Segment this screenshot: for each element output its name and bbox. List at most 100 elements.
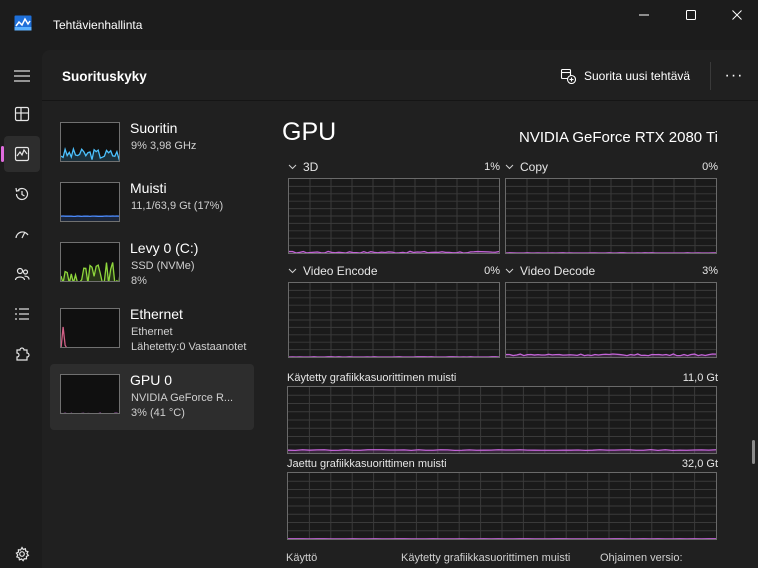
- perf-item-name: Levy 0 (C:): [130, 240, 199, 256]
- disk-thumbnail-graph: [60, 242, 120, 282]
- engine-selector-copy[interactable]: Copy: [505, 160, 548, 174]
- chevron-down-icon: [288, 164, 297, 170]
- perf-item-name: GPU 0: [130, 372, 173, 388]
- run-new-task-label: Suorita uusi tehtävä: [584, 69, 691, 83]
- nav-services[interactable]: [4, 336, 40, 372]
- performance-icon: [14, 146, 30, 162]
- minimize-icon: [639, 14, 649, 16]
- engine-percent: 0%: [702, 161, 718, 173]
- perf-item-name: Ethernet: [130, 306, 183, 322]
- nav-performance[interactable]: [1, 136, 40, 172]
- title-bar: Tehtävienhallinta: [0, 0, 758, 50]
- hamburger-menu-icon: [14, 70, 30, 82]
- close-button[interactable]: [714, 0, 758, 30]
- nav-settings[interactable]: [4, 536, 40, 568]
- shared-memory-graph: [287, 472, 717, 540]
- chevron-down-icon: [505, 164, 514, 170]
- engine-percent: 3%: [702, 265, 718, 277]
- graph-grid: [289, 179, 499, 253]
- graph-grid: [288, 473, 716, 539]
- perf-item-name: Muisti: [130, 180, 167, 196]
- graph-grid: [506, 179, 716, 253]
- engine-graph-copy: [505, 178, 717, 254]
- perf-item-detail: 3% (41 °C): [131, 407, 185, 419]
- nav-details[interactable]: [4, 296, 40, 332]
- navigation-rail: [0, 50, 42, 568]
- perf-item-detail: 11,1/63,9 Gt (17%): [131, 200, 224, 212]
- gpu-model-name: NVIDIA GeForce RTX 2080 Ti: [519, 129, 718, 146]
- maximize-icon: [686, 10, 696, 20]
- perf-item-detail: NVIDIA GeForce R...: [131, 392, 234, 404]
- engine-selector-3d[interactable]: 3D: [288, 160, 318, 174]
- engine-graph-video-encode: [288, 282, 500, 358]
- chevron-down-icon: [505, 268, 514, 274]
- scrollbar-thumb[interactable]: [752, 440, 755, 464]
- window-title: Tehtävienhallinta: [53, 18, 143, 32]
- main-content: Suorituskyky Suorita uusi tehtävä ··· Su…: [42, 50, 758, 568]
- services-puzzle-icon: [16, 347, 30, 361]
- perf-item-name: Suoritin: [130, 120, 178, 136]
- dedicated-memory-graph: [287, 386, 717, 454]
- dedicated-memory-value: 11,0 Gt: [682, 372, 718, 384]
- ethernet-thumbnail-graph: [60, 308, 120, 348]
- gpu-title: GPU: [282, 118, 337, 146]
- perf-item-detail: 8%: [131, 275, 147, 287]
- graph-grid: [288, 387, 716, 453]
- startup-gauge-icon: [15, 231, 29, 239]
- nav-app-history[interactable]: [4, 176, 40, 212]
- page-title: Suorituskyky: [62, 69, 147, 84]
- engine-label: 3D: [303, 160, 319, 174]
- perf-item-cpu[interactable]: Suoritin 9% 3,98 GHz: [50, 112, 254, 178]
- nav-users[interactable]: [4, 256, 40, 292]
- engine-percent: 0%: [484, 265, 500, 277]
- header-separator: [710, 62, 711, 90]
- history-icon: [15, 187, 29, 201]
- page-header: Suorituskyky Suorita uusi tehtävä ···: [42, 50, 758, 101]
- processes-icon: [14, 106, 30, 122]
- graph-grid: [289, 283, 499, 357]
- usage-stat-label: Käyttö: [286, 552, 318, 564]
- shared-memory-value: 32,0 Gt: [681, 458, 718, 470]
- memory-thumbnail-graph: [60, 182, 120, 222]
- perf-item-ethernet[interactable]: Ethernet Ethernet Lähetetty:0 Vastaanote…: [50, 298, 254, 364]
- perf-item-gpu[interactable]: GPU 0 NVIDIA GeForce R... 3% (41 °C): [50, 364, 254, 430]
- more-options-button[interactable]: ···: [720, 62, 748, 90]
- perf-item-detail: SSD (NVMe): [131, 260, 195, 272]
- engine-graph-3d: [288, 178, 500, 254]
- thumbnail-usage-area: [61, 413, 120, 414]
- settings-gear-icon: [15, 546, 30, 562]
- engine-label: Video Decode: [520, 264, 596, 278]
- engine-selector-video-decode[interactable]: Video Decode: [505, 264, 595, 278]
- run-new-task-icon: [560, 68, 576, 84]
- perf-item-detail: Lähetetty:0 Vastaanotet: [131, 341, 247, 353]
- engine-graph-video-decode: [505, 282, 717, 358]
- perf-item-memory[interactable]: Muisti 11,1/63,9 Gt (17%): [50, 172, 254, 238]
- thumbnail-usage-line: [61, 412, 119, 413]
- dedicated-memory-label: Käytetty grafiikkasuorittimen muisti: [287, 372, 457, 384]
- details-list-icon: [15, 308, 29, 320]
- graph-grid: [506, 283, 716, 357]
- engine-percent: 1%: [484, 161, 500, 173]
- engine-label: Copy: [520, 160, 549, 174]
- engine-label: Video Encode: [303, 264, 378, 278]
- task-manager-app-icon: [14, 15, 32, 31]
- driver-version-label: Ohjaimen versio:: [600, 552, 683, 564]
- maximize-button[interactable]: [668, 0, 714, 30]
- close-icon: [732, 10, 742, 20]
- engine-selector-video-encode[interactable]: Video Encode: [288, 264, 378, 278]
- users-icon: [14, 267, 30, 281]
- nav-startup-apps[interactable]: [4, 216, 40, 252]
- perf-item-detail: 9% 3,98 GHz: [131, 140, 197, 152]
- gpu-thumbnail-graph: [60, 374, 120, 414]
- perf-item-detail: Ethernet: [131, 326, 173, 338]
- perf-item-disk[interactable]: Levy 0 (C:) SSD (NVMe) 8%: [50, 232, 254, 298]
- menu-button[interactable]: [4, 58, 40, 94]
- dedicated-memory-stat-label: Käytetty grafiikkasuorittimen muisti: [401, 552, 571, 564]
- nav-processes[interactable]: [4, 96, 40, 132]
- shared-memory-label: Jaettu grafiikkasuorittimen muisti: [287, 458, 447, 470]
- gpu-detail-panel: GPU NVIDIA GeForce RTX 2080 Ti 3D 1% Cop…: [282, 102, 758, 568]
- thumbnail-usage-line: [61, 326, 67, 347]
- cpu-thumbnail-graph: [60, 122, 120, 162]
- minimize-button[interactable]: [621, 0, 667, 30]
- run-new-task-button[interactable]: Suorita uusi tehtävä: [560, 60, 690, 92]
